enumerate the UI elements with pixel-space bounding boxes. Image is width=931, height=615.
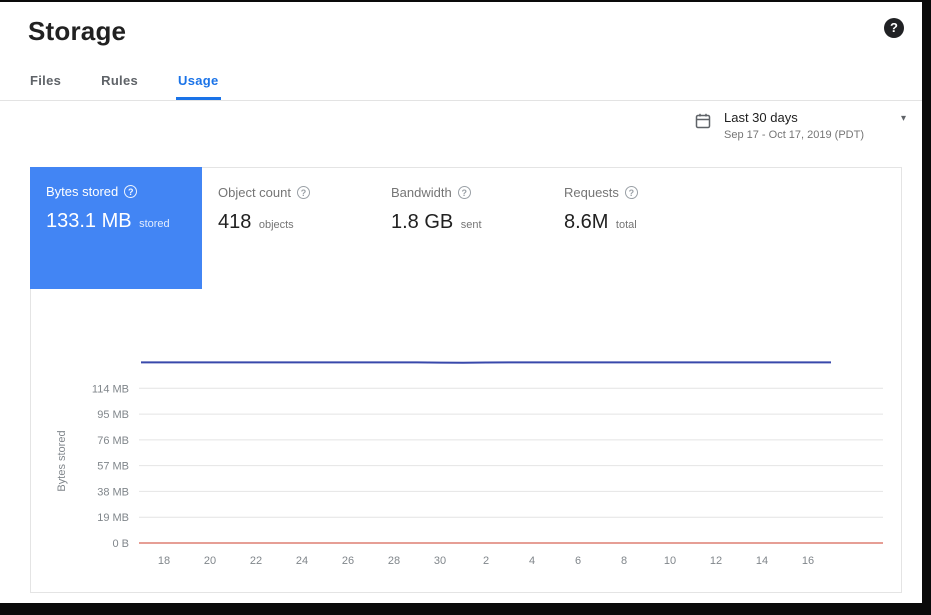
usage-chart: 0 B19 MB38 MB57 MB76 MB95 MB114 MB182022… [51, 343, 891, 578]
page-header: Storage ? [0, 2, 922, 47]
metrics-row: Bytes stored ? 133.1 MB stored Object co… [31, 168, 901, 289]
metric-label: Requests ? [564, 185, 705, 200]
metric-value-unit: objects [259, 219, 294, 231]
metric-label-text: Object count [218, 185, 291, 200]
x-tick-label: 4 [529, 555, 535, 567]
x-tick-label: 16 [802, 555, 814, 567]
date-range-text: Last 30 days Sep 17 - Oct 17, 2019 (PDT) [724, 110, 864, 141]
tab-rules[interactable]: Rules [99, 63, 140, 100]
usage-panel: Bytes stored ? 133.1 MB stored Object co… [30, 167, 902, 593]
metric-label: Object count ? [218, 185, 359, 200]
metric-value-number: 1.8 GB [391, 211, 453, 233]
metric-bytes-stored[interactable]: Bytes stored ? 133.1 MB stored [30, 167, 202, 289]
x-tick-label: 14 [756, 555, 768, 567]
page-title: Storage [28, 16, 894, 47]
date-range-selector[interactable]: Last 30 days Sep 17 - Oct 17, 2019 (PDT)… [694, 110, 906, 141]
metric-value-unit: total [616, 219, 637, 231]
x-tick-label: 24 [296, 555, 308, 567]
storage-page: Storage ? Files Rules Usage Last 30 days… [0, 2, 922, 603]
tab-files[interactable]: Files [28, 63, 63, 100]
calendar-icon [694, 112, 712, 130]
metric-label-text: Bandwidth [391, 185, 452, 200]
x-tick-label: 12 [710, 555, 722, 567]
y-tick-label: 0 B [112, 538, 129, 550]
x-tick-label: 22 [250, 555, 262, 567]
help-icon[interactable]: ? [297, 186, 310, 199]
metric-label: Bandwidth ? [391, 185, 532, 200]
metric-value: 133.1 MB stored [46, 210, 186, 233]
metric-value-unit: stored [139, 218, 170, 230]
metric-value: 8.6M total [564, 211, 705, 234]
date-range-label: Last 30 days [724, 110, 864, 125]
date-range-subtitle: Sep 17 - Oct 17, 2019 (PDT) [724, 129, 864, 141]
x-tick-label: 2 [483, 555, 489, 567]
metric-value-number: 133.1 MB [46, 210, 132, 232]
metric-requests[interactable]: Requests ? 8.6M total [548, 168, 721, 234]
metric-bandwidth[interactable]: Bandwidth ? 1.8 GB sent [375, 168, 548, 234]
metric-value-unit: sent [461, 219, 482, 231]
y-tick-label: 38 MB [97, 486, 129, 498]
help-icon[interactable]: ? [124, 185, 137, 198]
x-tick-label: 18 [158, 555, 170, 567]
x-tick-label: 20 [204, 555, 216, 567]
x-tick-label: 6 [575, 555, 581, 567]
screen: Storage ? Files Rules Usage Last 30 days… [0, 0, 931, 615]
y-tick-label: 114 MB [92, 383, 129, 395]
chevron-down-icon: ▾ [901, 113, 906, 124]
metric-value-number: 418 [218, 211, 251, 233]
y-tick-label: 57 MB [97, 461, 129, 473]
metric-value: 418 objects [218, 211, 359, 234]
y-tick-label: 19 MB [97, 512, 129, 524]
help-icon[interactable]: ? [625, 186, 638, 199]
y-tick-label: 76 MB [97, 435, 129, 447]
x-tick-label: 10 [664, 555, 676, 567]
metric-value: 1.8 GB sent [391, 211, 532, 234]
y-tick-label: 95 MB [97, 409, 129, 421]
metric-value-number: 8.6M [564, 211, 608, 233]
help-icon[interactable]: ? [884, 18, 904, 38]
help-icon[interactable]: ? [458, 186, 471, 199]
tab-bar: Files Rules Usage [0, 63, 922, 101]
metric-label-text: Bytes stored [46, 184, 118, 199]
x-tick-label: 26 [342, 555, 354, 567]
x-tick-label: 8 [621, 555, 627, 567]
metric-label-text: Requests [564, 185, 619, 200]
x-tick-label: 28 [388, 555, 400, 567]
tab-usage[interactable]: Usage [176, 63, 221, 100]
x-tick-label: 30 [434, 555, 446, 567]
y-axis-title: Bytes stored [56, 430, 68, 491]
metric-object-count[interactable]: Object count ? 418 objects [202, 168, 375, 234]
metric-label: Bytes stored ? [46, 184, 186, 199]
